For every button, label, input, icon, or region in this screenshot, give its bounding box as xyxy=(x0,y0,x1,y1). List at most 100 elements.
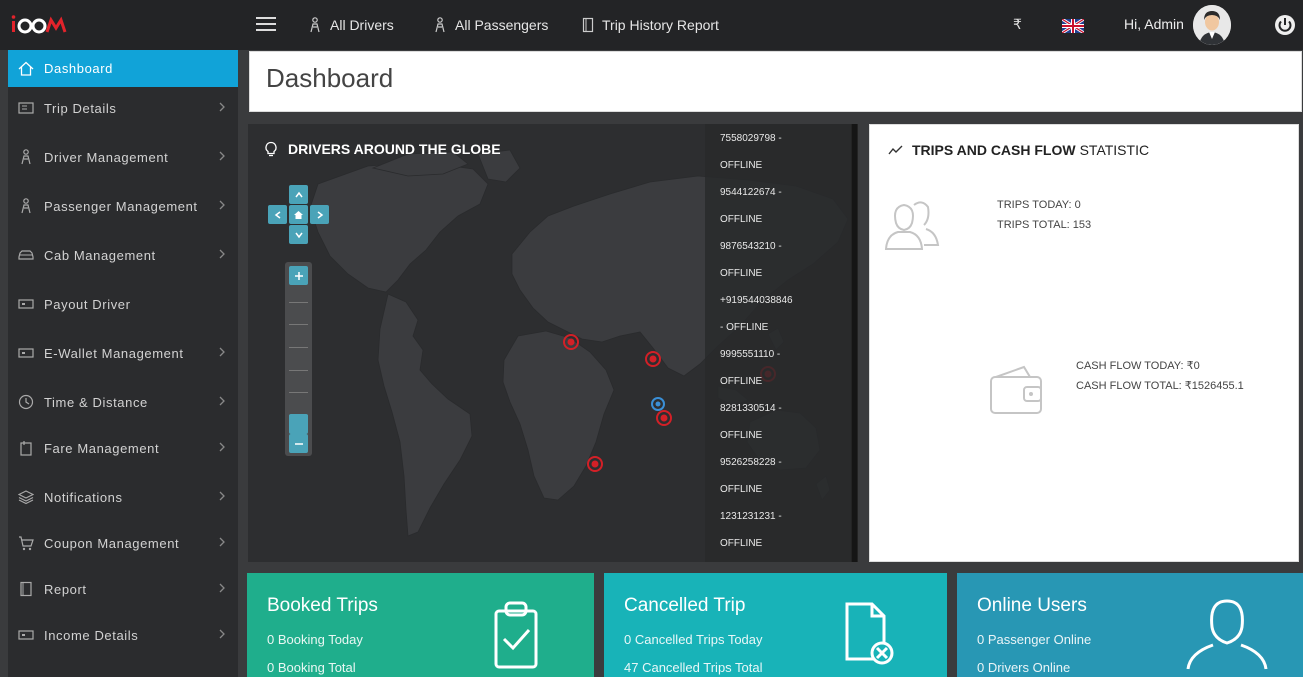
driver-phone: 8281330514 - xyxy=(720,403,782,414)
menu-toggle-icon[interactable] xyxy=(256,16,276,32)
list-item[interactable]: 9876543210 - OFFLINE xyxy=(720,233,840,287)
chevron-right-icon xyxy=(219,583,225,593)
currency-selector[interactable]: ₹ xyxy=(1013,16,1022,33)
driver-status: OFFLINE xyxy=(720,268,763,279)
booked-trips-card[interactable]: Booked Trips 0 Booking Today 0 Booking T… xyxy=(247,573,594,677)
user-icon xyxy=(1186,599,1268,670)
pan-up-button[interactable] xyxy=(289,185,308,204)
card-title: Cancelled Trip xyxy=(624,595,746,616)
zoom-handle[interactable] xyxy=(289,414,308,434)
chevron-right-icon xyxy=(219,396,225,406)
sidebar-item-fare-management[interactable]: Fare Management xyxy=(8,433,238,463)
nav-all-passengers[interactable]: All Passengers xyxy=(433,17,548,33)
card-line: 0 Booking Total xyxy=(267,660,356,675)
wallet-icon xyxy=(990,365,1042,414)
chevron-right-icon xyxy=(317,210,323,219)
zoom-slider[interactable] xyxy=(285,262,312,456)
map-title: DRIVERS AROUND THE GLOBE xyxy=(264,141,501,157)
sidebar-item-label: Notifications xyxy=(44,489,123,505)
list-item[interactable]: 1231231231 - OFFLINE xyxy=(720,503,840,557)
list-item[interactable]: 9544122674 - OFFLINE xyxy=(720,179,840,233)
driver-status-list[interactable]: 7558029798 - OFFLINE 9544122674 - OFFLINE … xyxy=(705,124,851,562)
driver-phone: 9995551110 - xyxy=(720,349,781,360)
sidebar: Dashboard Trip Details Driver Management… xyxy=(8,50,238,677)
sidebar-item-dashboard[interactable]: Dashboard xyxy=(8,50,238,87)
users-icon xyxy=(884,201,940,250)
chevron-right-icon xyxy=(219,537,225,547)
pan-down-button[interactable] xyxy=(289,225,308,244)
chevron-up-icon xyxy=(294,191,303,197)
list-item[interactable]: 9995551110 - OFFLINE xyxy=(720,341,840,395)
driver-icon xyxy=(21,149,31,165)
sidebar-item-passenger-management[interactable]: Passenger Management xyxy=(8,191,238,221)
driver-icon xyxy=(310,17,320,33)
card-line: 0 Passenger Online xyxy=(977,632,1092,647)
zoom-out-button[interactable] xyxy=(289,434,308,453)
layers-icon xyxy=(18,490,34,505)
avatar[interactable] xyxy=(1193,5,1231,45)
driver-phone: 9526258228 - xyxy=(720,457,782,468)
list-item[interactable]: 7558029798 - OFFLINE xyxy=(720,125,840,179)
cashflow-today: CASH FLOW TODAY: ₹0 xyxy=(1076,360,1200,372)
page-title: Dashboard xyxy=(266,63,394,93)
sidebar-item-e-wallet-management[interactable]: E-Wallet Management xyxy=(8,338,238,368)
sidebar-item-report[interactable]: Report xyxy=(8,574,238,604)
card-title: Online Users xyxy=(977,595,1087,616)
user-greeting[interactable]: Hi, Admin xyxy=(1124,16,1184,32)
wallet-icon xyxy=(18,348,34,358)
pan-home-button[interactable] xyxy=(289,205,308,224)
zoom-in-button[interactable] xyxy=(289,266,308,285)
lightbulb-icon xyxy=(265,141,277,157)
cancelled-trip-card[interactable]: Cancelled Trip 0 Cancelled Trips Today 4… xyxy=(604,573,947,677)
chevron-right-icon xyxy=(219,102,225,112)
sidebar-item-label: Time & Distance xyxy=(44,394,148,410)
sidebar-item-label: Cab Management xyxy=(44,247,156,263)
stats-title: TRIPS AND CASH FLOW STATISTIC xyxy=(888,142,1149,158)
driver-status: - OFFLINE xyxy=(720,322,769,333)
driver-status: OFFLINE xyxy=(720,376,763,387)
list-item[interactable]: 8281330514 - OFFLINE xyxy=(720,395,840,449)
stats-title-rest: STATISTIC xyxy=(1079,142,1150,158)
sidebar-item-time-distance[interactable]: Time & Distance xyxy=(8,387,238,417)
income-icon xyxy=(18,630,34,640)
sidebar-item-income-details[interactable]: Income Details xyxy=(8,620,238,650)
sidebar-item-payout-driver[interactable]: Payout Driver xyxy=(8,289,238,319)
nav-label: All Drivers xyxy=(330,17,394,33)
card-line: 0 Cancelled Trips Today xyxy=(624,632,763,647)
list-item[interactable]: +919544038846 - OFFLINE xyxy=(720,287,840,341)
power-icon[interactable] xyxy=(1274,14,1296,36)
sidebar-item-label: Payout Driver xyxy=(44,296,131,312)
passenger-icon xyxy=(435,17,445,33)
cart-icon xyxy=(19,536,34,551)
driver-status: OFFLINE xyxy=(720,538,763,549)
driver-phone: 9544122674 - xyxy=(720,187,782,198)
pan-right-button[interactable] xyxy=(310,205,329,224)
sidebar-item-notifications[interactable]: Notifications xyxy=(8,482,238,512)
sidebar-item-coupon-management[interactable]: Coupon Management xyxy=(8,528,238,558)
uk-flag-icon[interactable] xyxy=(1062,19,1084,33)
driver-status: OFFLINE xyxy=(720,484,763,495)
driver-phone: 9876543210 - xyxy=(720,241,782,252)
sidebar-item-driver-management[interactable]: Driver Management xyxy=(8,142,238,172)
driver-list-scrollbar[interactable] xyxy=(851,124,858,562)
pan-left-button[interactable] xyxy=(268,205,287,224)
sidebar-item-cab-management[interactable]: Cab Management xyxy=(8,240,238,270)
chevron-right-icon xyxy=(219,151,225,161)
nav-all-drivers[interactable]: All Drivers xyxy=(308,17,394,33)
chevron-left-icon xyxy=(274,210,280,219)
home-icon xyxy=(18,61,34,76)
driver-status: OFFLINE xyxy=(720,214,763,225)
top-bar: All Drivers All Passengers Trip History … xyxy=(0,0,1303,50)
sidebar-item-trip-details[interactable]: Trip Details xyxy=(8,93,238,123)
drivers-map-panel: DRIVERS AROUND THE GLOBE 7558029798 - OFF… xyxy=(248,124,858,562)
sidebar-item-label: Trip Details xyxy=(44,100,117,116)
sidebar-item-label: Passenger Management xyxy=(44,198,198,214)
nav-trip-history-report[interactable]: Trip History Report xyxy=(582,17,719,33)
app-logo[interactable] xyxy=(10,12,68,36)
sidebar-item-label: Fare Management xyxy=(44,440,160,456)
online-users-card[interactable]: Online Users 0 Passenger Online 0 Driver… xyxy=(957,573,1303,677)
driver-phone: 1231231231 - xyxy=(720,511,782,522)
list-item[interactable]: 9526258228 - OFFLINE xyxy=(720,449,840,503)
chevron-right-icon xyxy=(219,442,225,452)
chevron-right-icon xyxy=(219,491,225,501)
